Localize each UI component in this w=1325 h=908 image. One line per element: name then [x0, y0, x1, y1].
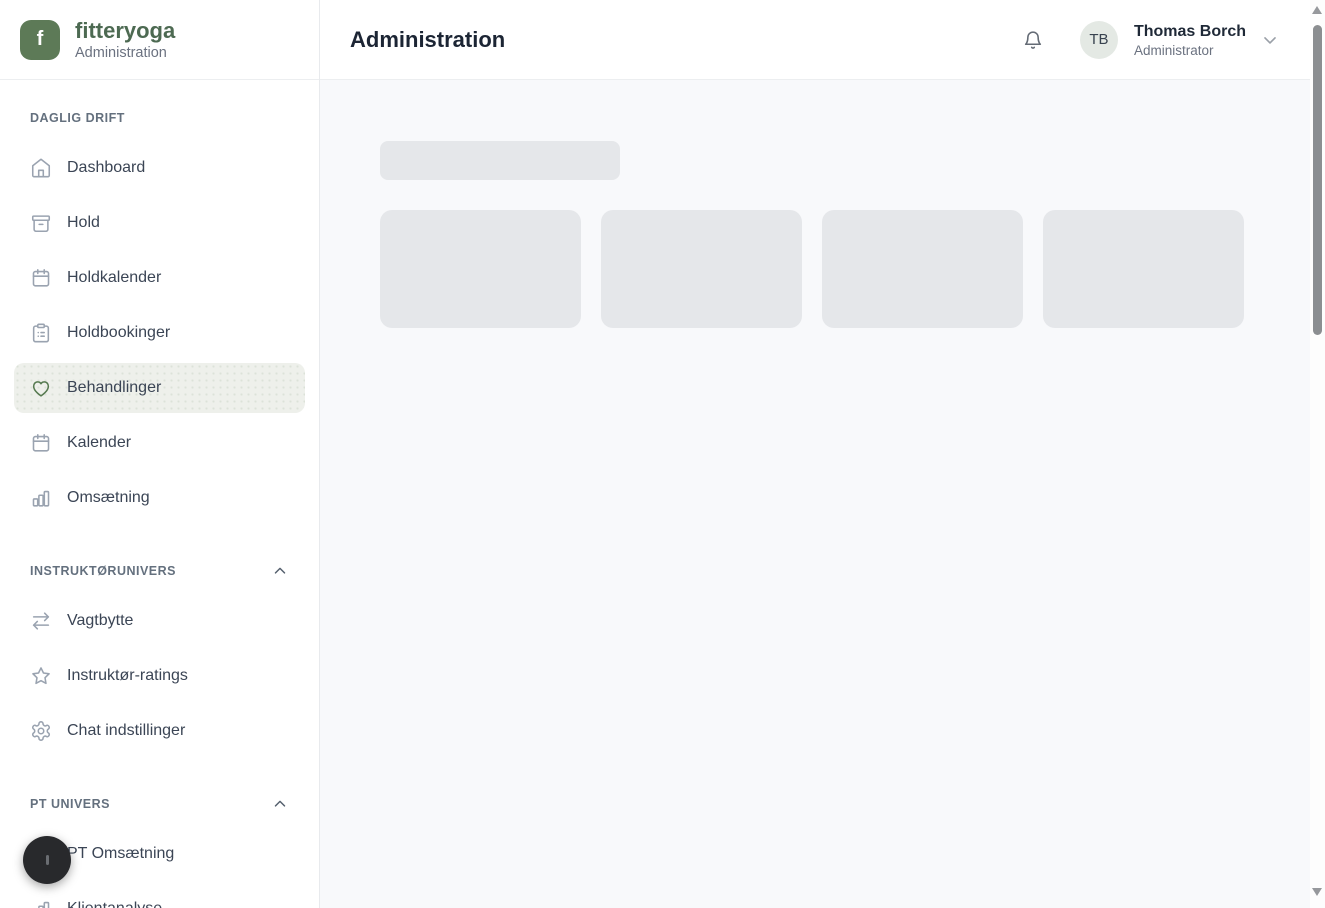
chevron-down-icon[interactable] — [1260, 30, 1280, 50]
clipboard-list-icon — [30, 322, 52, 344]
sidebar-header: f fitteryoga Administration — [0, 0, 319, 80]
sidebar-item-label: Klientanalyse — [67, 900, 162, 908]
sidebar-item-label: Kalender — [67, 434, 131, 452]
chevron-up-icon[interactable] — [271, 795, 289, 813]
sidebar-item-chat-indstillinger[interactable]: Chat indstillinger — [14, 706, 305, 756]
brand-logo: f — [20, 20, 60, 60]
sidebar-item-label: Behandlinger — [67, 379, 161, 397]
section-label: PT UNIVERS — [30, 797, 110, 811]
section-header-instrukt-runivers: INSTRUKTØRUNIVERS — [30, 563, 289, 578]
calendar-icon — [30, 432, 52, 454]
skeleton-card — [380, 210, 581, 328]
calendar-icon — [30, 267, 52, 289]
sidebar: f fitteryoga Administration DAGLIG DRIFT… — [0, 0, 320, 908]
home-icon — [30, 157, 52, 179]
sidebar-item-dashboard[interactable]: Dashboard — [14, 143, 305, 193]
brand-text-block: fitteryoga Administration — [75, 19, 175, 61]
skeleton-cards-row — [380, 210, 1244, 328]
avatar-initials: TB — [1089, 31, 1108, 48]
swap-arrows-icon — [30, 610, 52, 632]
archive-icon — [30, 212, 52, 234]
main-content — [320, 80, 1310, 908]
brand-logo-letter: f — [37, 28, 44, 51]
sidebar-item-label: Vagtbytte — [67, 612, 133, 630]
sidebar-item-hold[interactable]: Hold — [14, 198, 305, 248]
bar-chart-icon — [30, 487, 52, 509]
sidebar-item-label: Instruktør-ratings — [67, 667, 188, 685]
chevron-up-icon[interactable] — [271, 562, 289, 580]
bell-icon[interactable] — [1022, 29, 1044, 51]
scroll-down-arrow[interactable] — [1312, 888, 1322, 896]
skeleton-card — [1043, 210, 1244, 328]
sidebar-item-holdkalender[interactable]: Holdkalender — [14, 253, 305, 303]
widget-glyph-icon — [46, 855, 49, 865]
sidebar-nav: DAGLIG DRIFT Dashboard Hold Holdkalender Hol… — [0, 80, 319, 908]
sidebar-item-instrukt-r-ratings[interactable]: Instruktør-ratings — [14, 651, 305, 701]
gear-icon — [30, 720, 52, 742]
scrollbar-thumb[interactable] — [1313, 25, 1322, 335]
scroll-up-arrow[interactable] — [1312, 6, 1322, 14]
sidebar-item-label: Holdkalender — [67, 269, 161, 287]
section-header-pt-univers: PT UNIVERS — [30, 796, 289, 811]
sidebar-item-label: Chat indstillinger — [67, 722, 185, 740]
user-name: Thomas Borch — [1134, 22, 1246, 42]
sidebar-item-kalender[interactable]: Kalender — [14, 418, 305, 468]
brand-name: fitteryoga — [75, 19, 175, 43]
floating-widget-button[interactable] — [23, 836, 71, 884]
skeleton-card — [822, 210, 1023, 328]
heart-icon — [30, 377, 52, 399]
skeleton-card — [601, 210, 802, 328]
sidebar-item-label: Holdbookinger — [67, 324, 170, 342]
skeleton-title-bar — [380, 141, 620, 180]
bar-chart-icon — [30, 898, 52, 908]
page-title: Administration — [350, 27, 505, 53]
user-block: Thomas Borch Administrator — [1134, 22, 1246, 58]
sidebar-item-label: PT Omsætning — [67, 845, 174, 863]
sidebar-item-label: Dashboard — [67, 159, 145, 177]
topbar-right: TB Thomas Borch Administrator — [1022, 21, 1280, 59]
topbar: Administration TB Thomas Borch Administr… — [320, 0, 1310, 80]
star-icon — [30, 665, 52, 687]
sidebar-item-behandlinger[interactable]: Behandlinger — [14, 363, 305, 413]
avatar[interactable]: TB — [1080, 21, 1118, 59]
section-header-daglig-drift: DAGLIG DRIFT — [30, 110, 289, 125]
brand-subtitle: Administration — [75, 45, 175, 61]
sidebar-item-vagtbytte[interactable]: Vagtbytte — [14, 596, 305, 646]
user-role: Administrator — [1134, 43, 1246, 58]
sidebar-item-label: Hold — [67, 214, 100, 232]
sidebar-item-label: Omsætning — [67, 489, 150, 507]
sidebar-item-holdbookinger[interactable]: Holdbookinger — [14, 308, 305, 358]
sidebar-item-oms-tning[interactable]: Omsætning — [14, 473, 305, 523]
section-label: INSTRUKTØRUNIVERS — [30, 564, 176, 578]
section-label: DAGLIG DRIFT — [30, 111, 125, 125]
scrollbar — [1310, 0, 1325, 908]
sidebar-item-klientanalyse[interactable]: Klientanalyse — [14, 884, 305, 908]
